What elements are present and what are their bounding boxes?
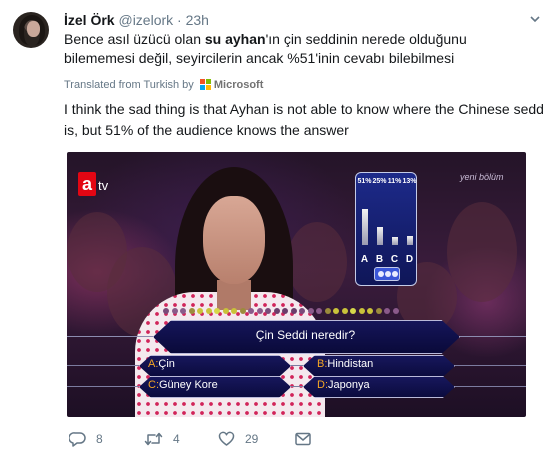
avatar[interactable] xyxy=(13,12,49,48)
poll-letter-c: C xyxy=(390,254,399,265)
prize-light xyxy=(188,308,195,314)
poll-bar-c xyxy=(392,237,398,245)
contestant-face xyxy=(203,196,265,284)
reply-icon xyxy=(69,432,86,447)
retweet-button[interactable]: 4 xyxy=(144,430,180,448)
poll-letter-d: D xyxy=(405,254,414,265)
poll-bar-a xyxy=(362,209,368,245)
translator-name: Microsoft xyxy=(213,79,264,91)
reply-count: 8 xyxy=(96,432,103,446)
prize-light xyxy=(324,308,331,314)
prize-light xyxy=(205,308,212,314)
prize-light xyxy=(333,308,339,314)
prize-light xyxy=(239,308,246,314)
tweet-media-image[interactable]: a tv yeni bölüm 51% 25% 11% 13% A B C D Ç… xyxy=(67,152,526,417)
answer-c: C:Güney Kore xyxy=(148,379,218,391)
translated-by-line: Translated from Turkish by Microsoft xyxy=(64,78,263,92)
prize-light xyxy=(290,308,297,314)
poll-pct-d: 13% xyxy=(402,178,417,185)
poll-pct-c: 11% xyxy=(387,178,402,185)
prize-light xyxy=(256,308,263,314)
prize-light xyxy=(248,308,254,314)
prize-light xyxy=(222,308,229,314)
answer-b: B:Hindistan xyxy=(317,358,374,370)
prize-light xyxy=(350,308,356,314)
prize-light xyxy=(171,308,178,314)
like-count: 29 xyxy=(245,432,259,446)
prize-light xyxy=(384,308,390,314)
prize-light xyxy=(316,308,322,314)
poll-pct-a: 51% xyxy=(357,178,372,185)
prize-light xyxy=(299,308,305,314)
audience-people-icon xyxy=(374,267,400,281)
atv-logo: a tv xyxy=(78,172,122,196)
poll-pct-b: 25% xyxy=(372,178,387,185)
poll-bar-d xyxy=(407,236,413,245)
prize-light xyxy=(180,308,186,314)
prize-light xyxy=(273,308,280,314)
tweet-text: Bence asıl üzücü olan su ayhan'ın çin se… xyxy=(64,31,467,66)
author-name[interactable]: İzel Örk xyxy=(64,12,115,28)
contestant-neck xyxy=(217,280,251,310)
envelope-icon xyxy=(295,432,311,446)
answer-a: A:Çin xyxy=(148,358,175,370)
prize-light xyxy=(358,308,365,314)
poll-letter-b: B xyxy=(375,254,384,265)
tweet: İzel Örk @izelork · 23h Bence asıl üzücü… xyxy=(0,0,554,458)
prize-light xyxy=(231,308,237,314)
prize-lights xyxy=(163,308,403,316)
prize-light xyxy=(282,308,288,314)
audience-poll-panel: 51% 25% 11% 13% A B C D xyxy=(355,172,417,286)
tweet-header: İzel Örk @izelork · 23h xyxy=(64,11,209,29)
translated-label: Translated from Turkish by xyxy=(64,79,194,91)
corner-tag: yeni bölüm xyxy=(460,172,504,182)
tweet-timestamp[interactable]: 23h xyxy=(186,12,209,28)
author-handle[interactable]: @izelork xyxy=(118,12,173,28)
prize-light xyxy=(392,308,399,314)
prize-light xyxy=(163,308,169,314)
retweet-count: 4 xyxy=(173,432,180,446)
direct-message-button[interactable] xyxy=(295,430,311,448)
tweet-actions: 8 4 29 xyxy=(64,430,364,448)
poll-letter-a: A xyxy=(360,254,369,265)
retweet-icon xyxy=(144,432,163,446)
prize-light xyxy=(265,308,271,314)
heart-icon xyxy=(218,431,235,446)
reply-button[interactable]: 8 xyxy=(69,430,103,448)
translated-text: I think the sad thing is that Ayhan is n… xyxy=(64,101,544,138)
prize-light xyxy=(367,308,373,314)
microsoft-logo-icon xyxy=(199,79,211,90)
prize-light xyxy=(375,308,382,314)
prize-light xyxy=(197,308,203,314)
prize-light xyxy=(307,308,314,314)
question-text: Çin Seddi neredir? xyxy=(255,328,356,342)
chevron-down-icon[interactable] xyxy=(530,14,540,24)
separator-dot: · xyxy=(177,12,182,28)
prize-light xyxy=(341,308,348,314)
mention-bold: su ayhan xyxy=(204,31,266,47)
prize-light xyxy=(214,308,220,314)
answer-d: D:Japonya xyxy=(317,379,370,391)
poll-bar-b xyxy=(377,227,383,245)
like-button[interactable]: 29 xyxy=(218,430,258,448)
